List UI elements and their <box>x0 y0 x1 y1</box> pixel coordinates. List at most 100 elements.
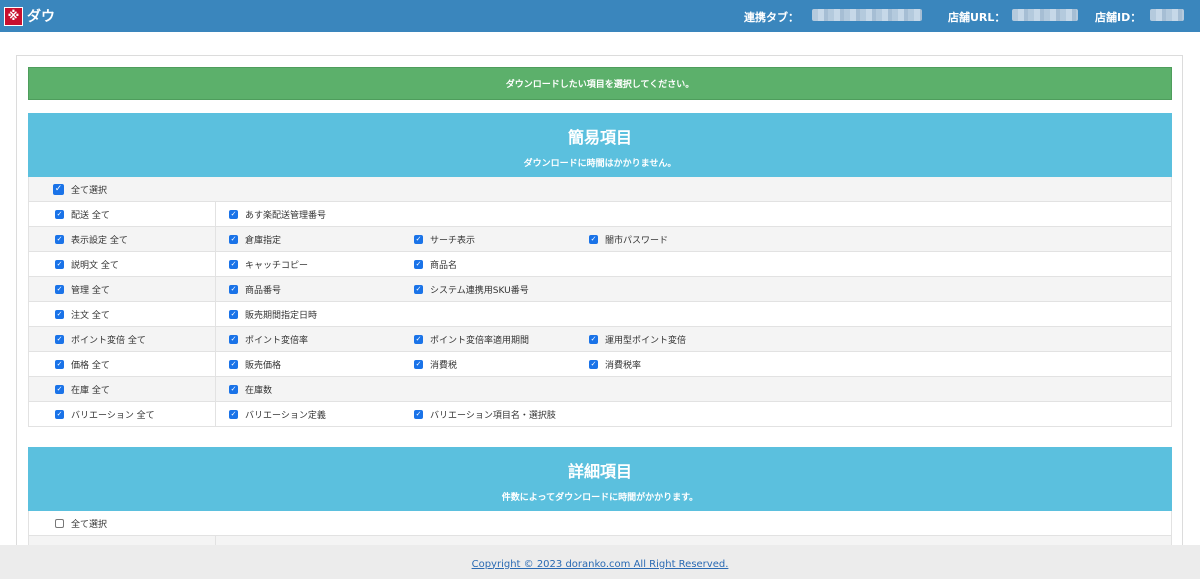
group-all-checkbox[interactable]: ✓ 説明文 全て <box>55 252 119 277</box>
checkbox-label: バリエーション定義 <box>245 411 326 421</box>
brand-logo-icon: ※ <box>4 6 23 26</box>
simple-row: ✓ 価格 全て ✓ 販売価格 ✓ 消費税 ✓ 消費税率 <box>29 352 1171 377</box>
checkbox-checked-icon: ✓ <box>414 360 423 369</box>
detail-select-all-checkbox[interactable]: ✓ 全て選択 <box>55 511 107 536</box>
checkbox-label: 注文 全て <box>71 311 110 321</box>
checkbox-checked-icon: ✓ <box>55 210 64 219</box>
link-tab-value-redacted <box>812 9 922 21</box>
checkbox-label: キャッチコピー <box>245 261 309 271</box>
item-checkbox[interactable]: ✓ 消費税 <box>414 352 457 377</box>
group-all-checkbox[interactable]: ✓ 表示設定 全て <box>55 227 128 252</box>
checkbox-label: 倉庫指定 <box>245 236 282 246</box>
checkbox-checked-icon: ✓ <box>55 285 64 294</box>
item-checkbox[interactable]: ✓ 商品名 <box>414 252 457 277</box>
checkbox-label: 管理 全て <box>71 286 110 296</box>
select-all-label: 全て選択 <box>71 520 108 530</box>
checkbox-checked-icon: ✓ <box>229 360 238 369</box>
checkbox-checked-icon: ✓ <box>229 260 238 269</box>
item-checkbox[interactable]: ✓ 運用型ポイント変倍 <box>589 327 686 352</box>
item-checkbox[interactable]: ✓ システム連携用SKU番号 <box>414 277 529 302</box>
item-checkbox[interactable]: ✓ 倉庫指定 <box>229 227 281 252</box>
checkbox-label: 販売価格 <box>245 361 282 371</box>
detail-select-all-row: ✓ 全て選択 <box>29 511 1171 536</box>
simple-row: ✓ 表示設定 全て ✓ 倉庫指定 ✓ サーチ表示 ✓ 闇市パスワード <box>29 227 1171 252</box>
checkbox-label: 在庫 全て <box>71 386 110 396</box>
simple-row: ✓ バリエーション 全て ✓ バリエーション定義 ✓ バリエーション項目名・選択肢 <box>29 402 1171 427</box>
detail-section-subtitle: 件数によってダウンロードに時間がかかります。 <box>501 493 699 503</box>
shop-url-label: 店舗URL： <box>948 11 1006 24</box>
checkbox-label: システム連携用SKU番号 <box>430 286 529 296</box>
simple-row: ✓ 在庫 全て ✓ 在庫数 <box>29 377 1171 402</box>
checkbox-unchecked-icon: ✓ <box>55 519 64 528</box>
checkbox-checked-icon: ✓ <box>229 285 238 294</box>
group-all-checkbox[interactable]: ✓ 注文 全て <box>55 302 110 327</box>
item-checkbox[interactable]: ✓ 消費税率 <box>589 352 641 377</box>
item-checkbox[interactable]: ✓ 闇市パスワード <box>589 227 668 252</box>
checkbox-label: 運用型ポイント変倍 <box>605 336 687 346</box>
simple-row: ✓ 注文 全て ✓ 販売期間指定日時 <box>29 302 1171 327</box>
shop-url-value-redacted <box>1012 9 1078 21</box>
checkbox-checked-icon: ✓ <box>55 385 64 394</box>
checkbox-label: 説明文 全て <box>71 261 119 271</box>
checkbox-checked-icon: ✓ <box>414 335 423 344</box>
item-checkbox[interactable]: ✓ ポイント変倍率 <box>229 327 308 352</box>
copyright-link[interactable]: Copyright © 2023 doranko.com All Right R… <box>472 559 729 570</box>
checkbox-checked-icon: ✓ <box>229 310 238 319</box>
select-all-label: 全て選択 <box>71 186 108 196</box>
alert-message: ダウンロードしたい項目を選択してください。 <box>505 80 695 90</box>
checkbox-checked-icon: ✓ <box>55 360 64 369</box>
checkbox-checked-icon: ✓ <box>229 235 238 244</box>
group-all-checkbox[interactable]: ✓ 管理 全て <box>55 277 110 302</box>
checkbox-label: ポイント変倍率 <box>245 336 309 346</box>
column-divider <box>215 252 216 276</box>
checkbox-checked-icon: ✓ <box>589 235 598 244</box>
instruction-alert: ダウンロードしたい項目を選択してください。 <box>28 67 1172 100</box>
checkbox-label: サーチ表示 <box>430 236 476 246</box>
simple-select-all-checkbox[interactable]: ✓ 全て選択 <box>53 177 107 202</box>
checkbox-checked-icon: ✓ <box>55 310 64 319</box>
top-bar: ※ ダウ 連携タブ： 店舗URL： 店舗ID： <box>0 0 1200 32</box>
item-checkbox[interactable]: ✓ 販売期間指定日時 <box>229 302 317 327</box>
checkbox-checked-icon: ✓ <box>414 235 423 244</box>
group-all-checkbox[interactable]: ✓ 在庫 全て <box>55 377 110 402</box>
item-checkbox[interactable]: ✓ サーチ表示 <box>414 227 475 252</box>
group-all-checkbox[interactable]: ✓ ポイント変倍 全て <box>55 327 146 352</box>
column-divider <box>215 327 216 351</box>
checkbox-label: あす楽配送管理番号 <box>245 211 327 221</box>
group-all-checkbox[interactable]: ✓ 配送 全て <box>55 202 110 227</box>
group-all-checkbox[interactable]: ✓ 価格 全て <box>55 352 110 377</box>
item-checkbox[interactable]: ✓ キャッチコピー <box>229 252 308 277</box>
group-all-checkbox[interactable]: ✓ バリエーション 全て <box>55 402 155 427</box>
simple-section-header: 簡易項目 ダウンロードに時間はかかりません。 <box>28 113 1172 177</box>
checkbox-label: バリエーション項目名・選択肢 <box>430 411 556 421</box>
checkbox-label: 在庫数 <box>245 386 273 396</box>
checkbox-checked-icon: ✓ <box>55 235 64 244</box>
item-checkbox[interactable]: ✓ 在庫数 <box>229 377 272 402</box>
checkbox-checked-icon: ✓ <box>55 410 64 419</box>
checkbox-checked-icon: ✓ <box>229 385 238 394</box>
checkbox-checked-icon: ✓ <box>55 260 64 269</box>
item-checkbox[interactable]: ✓ バリエーション定義 <box>229 402 326 427</box>
footer: Copyright © 2023 doranko.com All Right R… <box>0 545 1200 579</box>
item-checkbox[interactable]: ✓ バリエーション項目名・選択肢 <box>414 402 556 427</box>
detail-section-header: 詳細項目 件数によってダウンロードに時間がかかります。 <box>28 447 1172 511</box>
detail-section-title: 詳細項目 <box>567 462 632 481</box>
item-checkbox[interactable]: ✓ 販売価格 <box>229 352 281 377</box>
simple-row: ✓ 配送 全て ✓ あす楽配送管理番号 <box>29 202 1171 227</box>
checkbox-checked-icon: ✓ <box>229 410 238 419</box>
checkbox-checked-icon: ✓ <box>229 335 238 344</box>
simple-section-subtitle: ダウンロードに時間はかかりません。 <box>523 159 677 169</box>
checkbox-label: 表示設定 全て <box>71 236 128 246</box>
column-divider <box>215 352 216 376</box>
checkbox-label: 配送 全て <box>71 211 110 221</box>
checkbox-label: バリエーション 全て <box>71 411 155 421</box>
checkbox-checked-icon: ✓ <box>414 410 423 419</box>
item-checkbox[interactable]: ✓ 商品番号 <box>229 277 281 302</box>
checkbox-label: 闇市パスワード <box>605 236 669 246</box>
shop-id-value-redacted <box>1150 9 1184 21</box>
column-divider <box>215 202 216 226</box>
item-checkbox[interactable]: ✓ あす楽配送管理番号 <box>229 202 326 227</box>
brand[interactable]: ※ ダウ <box>4 6 55 26</box>
item-checkbox[interactable]: ✓ ポイント変倍率適用期間 <box>414 327 529 352</box>
checkbox-label: 価格 全て <box>71 361 110 371</box>
